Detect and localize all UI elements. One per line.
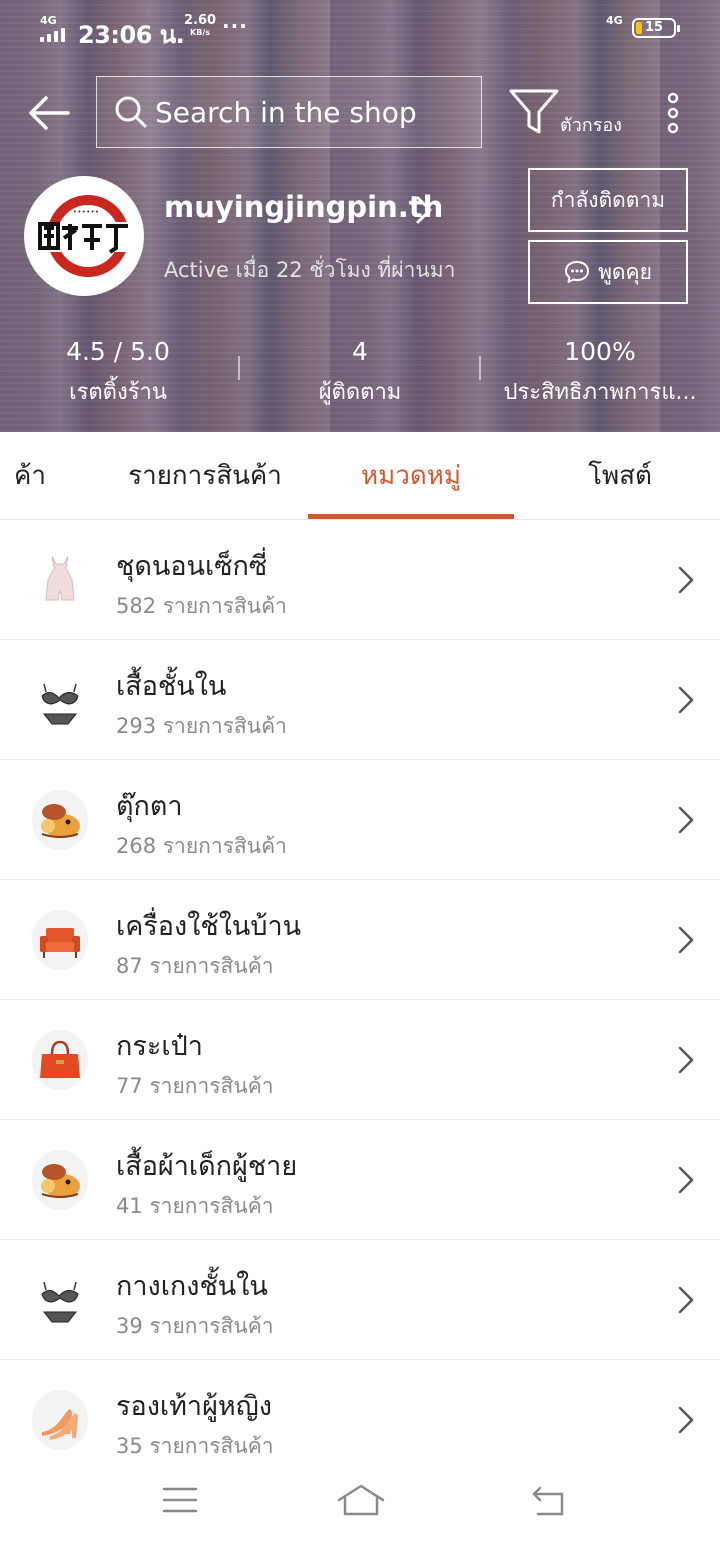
more-notifications-icon: ··· xyxy=(222,14,248,38)
category-count: 35 รายการสินค้า xyxy=(116,1434,274,1458)
category-name: รองเท้าผู้หญิง xyxy=(116,1391,272,1422)
category-name: กางเกงชั้นใน xyxy=(116,1271,268,1302)
stat-value: 4 xyxy=(352,337,368,366)
stat-value: 100% xyxy=(564,337,636,366)
search-input[interactable]: Search in the shop xyxy=(96,76,482,148)
home-button[interactable] xyxy=(336,1480,386,1520)
chevron-right-icon xyxy=(678,1166,694,1194)
home-icon xyxy=(337,1484,385,1516)
category-name: เสื้อชั้นใน xyxy=(116,671,227,702)
bra-icon xyxy=(32,670,88,730)
stat-divider xyxy=(238,356,240,380)
category-count: 582 รายการสินค้า xyxy=(116,594,287,618)
chevron-right-icon xyxy=(678,1286,694,1314)
filter-button[interactable]: ตัวกรอง xyxy=(508,86,638,138)
category-name: เครื่องใช้ในบ้าน xyxy=(116,911,302,942)
chevron-right-icon xyxy=(678,806,694,834)
sleepwear-icon xyxy=(32,550,88,610)
svg-text:• • • • • •: • • • • • • xyxy=(74,209,99,216)
chevron-right-icon xyxy=(678,686,694,714)
shop-header: 4G 23:06 น. 2.60 KB/s ··· 4G 15 Search i… xyxy=(0,0,720,432)
menu-icon xyxy=(162,1487,198,1513)
network-type: 4G xyxy=(40,14,57,27)
network-type-right: 4G xyxy=(606,14,623,27)
shop-logo-icon: • • • • • • xyxy=(26,178,142,294)
tab-posts[interactable]: โพสต์ xyxy=(560,432,680,520)
filter-label: ตัวกรอง xyxy=(560,115,622,136)
clock: 23:06 น. xyxy=(78,21,185,49)
chevron-right-icon xyxy=(678,1046,694,1074)
category-name: ตุ๊กตา xyxy=(116,791,183,822)
tab-products-partial[interactable]: ค้า xyxy=(0,432,46,520)
battery-icon: 15 xyxy=(632,18,680,38)
list-item[interactable]: เสื้อชั้นใน 293 รายการสินค้า xyxy=(0,640,720,760)
stat-chat-performance[interactable]: 100% ประสิทธิภาพการแ... xyxy=(500,336,700,409)
stat-followers[interactable]: 4 ผู้ติดตาม xyxy=(300,336,420,409)
list-item[interactable]: ชุดนอนเซ็กซี่ 582 รายการสินค้า xyxy=(0,520,720,640)
category-name: เสื้อผ้าเด็กผู้ชาย xyxy=(116,1151,298,1182)
list-item[interactable]: เครื่องใช้ในบ้าน 87 รายการสินค้า xyxy=(0,880,720,1000)
category-count: 41 รายการสินค้า xyxy=(116,1194,274,1218)
signal-icon xyxy=(40,28,72,42)
return-icon xyxy=(532,1486,564,1516)
stat-label: เรตติ้งร้าน xyxy=(69,380,167,405)
search-placeholder: Search in the shop xyxy=(155,95,417,129)
chat-label: พูดคุย xyxy=(598,259,652,284)
category-count: 77 รายการสินค้า xyxy=(116,1074,274,1098)
system-nav-bar xyxy=(0,1460,720,1544)
menu-button[interactable] xyxy=(158,1480,202,1520)
more-options-button[interactable] xyxy=(660,92,686,134)
search-icon xyxy=(115,96,147,128)
chat-button[interactable]: พูดคุย xyxy=(528,240,688,304)
list-item[interactable]: เสื้อผ้าเด็กผู้ชาย 41 รายการสินค้า xyxy=(0,1120,720,1240)
following-button[interactable]: กำลังติดตาม xyxy=(528,168,688,232)
shop-avatar[interactable]: • • • • • • xyxy=(24,176,144,296)
active-tab-indicator xyxy=(308,514,514,519)
stat-label: ผู้ติดตาม xyxy=(318,380,402,405)
network-speed: 2.60 KB/s xyxy=(184,13,217,37)
high-heels-icon xyxy=(32,1390,88,1450)
shop-name[interactable]: muyingjingpin.th xyxy=(164,190,443,224)
shop-active-status: Active เมื่อ 22 ชั่วโมง ที่ผ่านมา xyxy=(164,258,456,282)
stat-label: ประสิทธิภาพการแ... xyxy=(503,380,697,405)
armchair-icon xyxy=(32,910,88,970)
status-bar: 4G 23:06 น. 2.60 KB/s ··· 4G 15 xyxy=(0,12,720,49)
stat-divider xyxy=(479,356,481,380)
toy-icon xyxy=(32,1150,88,1210)
lingerie-set-icon xyxy=(32,1270,88,1330)
following-label: กำลังติดตาม xyxy=(550,187,666,212)
category-count: 87 รายการสินค้า xyxy=(116,954,274,978)
filter-icon xyxy=(509,89,559,134)
handbag-icon xyxy=(32,1030,88,1090)
chevron-right-icon xyxy=(678,566,694,594)
category-name: กระเป๋า xyxy=(116,1031,203,1062)
category-count: 268 รายการสินค้า xyxy=(116,834,287,858)
category-count: 293 รายการสินค้า xyxy=(116,714,287,738)
chevron-right-icon xyxy=(678,1406,694,1434)
tab-categories[interactable]: หมวดหมู่ xyxy=(308,432,514,520)
chat-bubble-icon xyxy=(565,261,590,283)
chevron-right-icon xyxy=(678,926,694,954)
category-name: ชุดนอนเซ็กซี่ xyxy=(116,551,268,582)
category-list: ชุดนอนเซ็กซี่ 582 รายการสินค้า เสื้อชั้น… xyxy=(0,520,720,1480)
back-button[interactable] xyxy=(24,88,74,138)
more-vertical-icon xyxy=(667,92,679,134)
arrow-left-icon xyxy=(29,96,70,130)
shop-tabs: ค้า รายการสินค้า หมวดหมู่ โพสต์ xyxy=(0,432,720,520)
list-item[interactable]: กางเกงชั้นใน 39 รายการสินค้า xyxy=(0,1240,720,1360)
list-item[interactable]: กระเป๋า 77 รายการสินค้า xyxy=(0,1000,720,1120)
stat-value: 4.5 / 5.0 xyxy=(66,337,170,366)
back-nav-button[interactable] xyxy=(526,1480,570,1520)
tab-product-list[interactable]: รายการสินค้า xyxy=(110,432,300,520)
stat-rating[interactable]: 4.5 / 5.0 เรตติ้งร้าน xyxy=(48,336,188,409)
chevron-right-icon[interactable] xyxy=(412,194,436,226)
battery-level: 15 xyxy=(644,20,664,35)
category-count: 39 รายการสินค้า xyxy=(116,1314,274,1338)
toy-icon xyxy=(32,790,88,850)
list-item[interactable]: ตุ๊กตา 268 รายการสินค้า xyxy=(0,760,720,880)
